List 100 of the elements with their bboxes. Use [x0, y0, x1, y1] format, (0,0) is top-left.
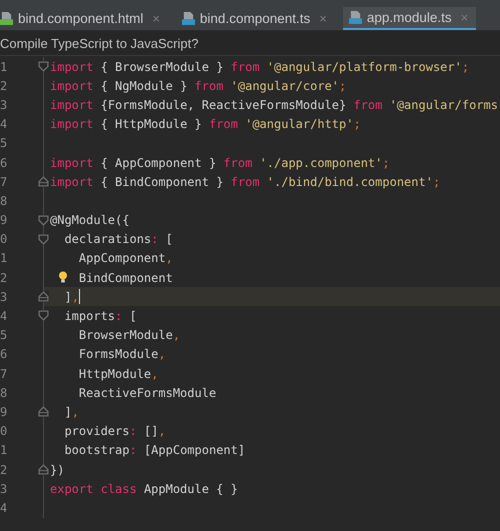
fold-icon[interactable]: [38, 310, 49, 322]
code-text: declarations: [64, 232, 152, 246]
unfold-icon[interactable]: [38, 406, 49, 418]
punctuation-text: ;: [382, 156, 390, 170]
code-text: { NgModule }: [100, 78, 188, 93]
line-number: 4: [0, 500, 8, 515]
punctuation-text: ;: [353, 117, 361, 132]
line-number: 4: [0, 309, 8, 324]
line-number: 1: [0, 251, 8, 266]
file-tab[interactable]: bind.component.ts ×: [176, 7, 335, 30]
line-number: 9: [0, 404, 8, 419]
code-text: BrowserModule: [78, 328, 173, 342]
line-number: 1: [0, 60, 8, 74]
keyword-text: from: [194, 78, 224, 93]
code-text: {FormsModule, ReactiveFormsModule}: [100, 98, 348, 112]
text-cursor: [78, 289, 80, 304]
punctuation-text: ;: [462, 60, 470, 74]
typescript-file-icon: [182, 12, 195, 25]
code-text: { BindComponent }: [100, 174, 224, 189]
keyword-text: import: [50, 98, 94, 112]
line-number: 3: [0, 482, 8, 496]
lightbulb-icon[interactable]: [58, 271, 68, 284]
line-number: 9: [0, 213, 8, 228]
code-text: BindComponent: [78, 270, 173, 285]
keyword-text: from: [223, 156, 252, 170]
code-text: ]: [64, 404, 72, 419]
keyword-text: from: [208, 117, 238, 132]
code-text: []: [144, 424, 158, 438]
line-number: 2: [0, 270, 8, 285]
fold-icon[interactable]: [38, 214, 49, 226]
line-number: 0: [0, 424, 8, 438]
line-number: 1: [0, 443, 8, 458]
unfold-icon[interactable]: [38, 464, 49, 475]
code-text: AppModule { }: [144, 482, 238, 496]
keyword-text: import: [50, 117, 94, 132]
file-tab[interactable]: bind.component.html ×: [0, 7, 168, 30]
punctuation-text: ,: [72, 290, 79, 304]
keyword-text: from: [353, 98, 382, 112]
line-number: 2: [0, 462, 8, 477]
line-number: 4: [0, 117, 8, 132]
typescript-file-icon: [348, 11, 362, 24]
line-number: 5: [0, 328, 8, 342]
fold-icon[interactable]: [38, 234, 49, 245]
code-text: { BrowserModule }: [100, 60, 224, 74]
code-text: imports: [64, 309, 116, 324]
punctuation-text: :: [151, 232, 158, 246]
punctuation-text: ,: [166, 251, 173, 266]
punctuation-text: ,: [151, 366, 158, 381]
line-number: 7: [0, 366, 8, 381]
html-file-icon: [0, 12, 13, 25]
notification-text: Compile TypeScript to JavaScript?: [0, 36, 198, 50]
code-text: @NgModule({: [50, 213, 130, 228]
line-number: 7: [0, 174, 8, 189]
punctuation-text: ,: [158, 424, 166, 438]
string-text: '@angular/core': [230, 78, 340, 93]
keyword-text: import: [50, 60, 94, 74]
line-number: 6: [0, 156, 8, 170]
punctuation-text: :: [129, 424, 137, 438]
punctuation-text: ;: [339, 78, 346, 93]
punctuation-text: :: [115, 309, 122, 324]
keyword-text: from: [230, 60, 260, 74]
code-text: { AppComponent }: [100, 156, 218, 170]
keyword-text: export class: [50, 482, 137, 496]
file-tab[interactable]: app.module.ts ×: [342, 7, 476, 30]
line-number: 0: [0, 232, 8, 246]
punctuation-text: ,: [158, 347, 166, 362]
code-text: bootstrap: [64, 443, 130, 458]
keyword-text: from: [230, 174, 260, 189]
line-number: 2: [0, 78, 8, 93]
punctuation-text: ,: [72, 404, 79, 419]
code-text: ReactiveFormsModule: [78, 386, 216, 400]
code-text: [: [166, 232, 173, 246]
code-text: { HttpModule }: [100, 117, 203, 132]
code-text: }): [50, 462, 64, 477]
code-text: FormsModule: [78, 347, 158, 362]
line-number: 3: [0, 290, 8, 304]
fold-icon[interactable]: [38, 61, 49, 72]
line-number: 8: [0, 194, 8, 208]
punctuation-text: ;: [432, 174, 440, 189]
string-text: '@angular/http': [245, 117, 354, 132]
line-number: 5: [0, 136, 8, 150]
code-text: HttpModule: [78, 366, 152, 381]
punctuation-text: ,: [172, 328, 180, 342]
code-text: [: [130, 309, 137, 324]
unfold-icon[interactable]: [38, 291, 49, 302]
unfold-icon[interactable]: [38, 176, 49, 188]
keyword-text: import: [50, 156, 94, 170]
string-text: './app.component': [260, 156, 382, 170]
code-text: ]: [64, 290, 72, 304]
code-text: AppComponent: [78, 251, 166, 266]
punctuation-text: :: [129, 443, 137, 458]
keyword-text: import: [50, 174, 94, 189]
string-text: '@angular/forms: [390, 98, 498, 112]
code-text: [AppComponent]: [144, 443, 246, 458]
code-text: providers: [64, 424, 130, 438]
string-text: './bind/bind.component': [266, 174, 433, 189]
keyword-text: import: [50, 78, 94, 93]
line-number: 3: [0, 98, 8, 112]
line-number: 6: [0, 347, 8, 362]
string-text: '@angular/platform-browser': [266, 60, 462, 74]
